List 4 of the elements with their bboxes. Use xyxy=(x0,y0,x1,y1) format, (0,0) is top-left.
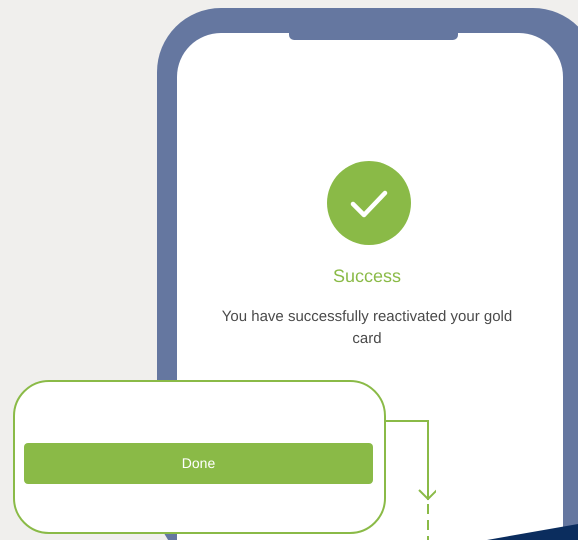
done-button[interactable]: Done xyxy=(24,443,373,484)
success-message: You have successfully reactivated your gold card xyxy=(220,307,514,349)
check-circle-icon xyxy=(327,161,411,245)
success-title: Success xyxy=(332,265,402,288)
